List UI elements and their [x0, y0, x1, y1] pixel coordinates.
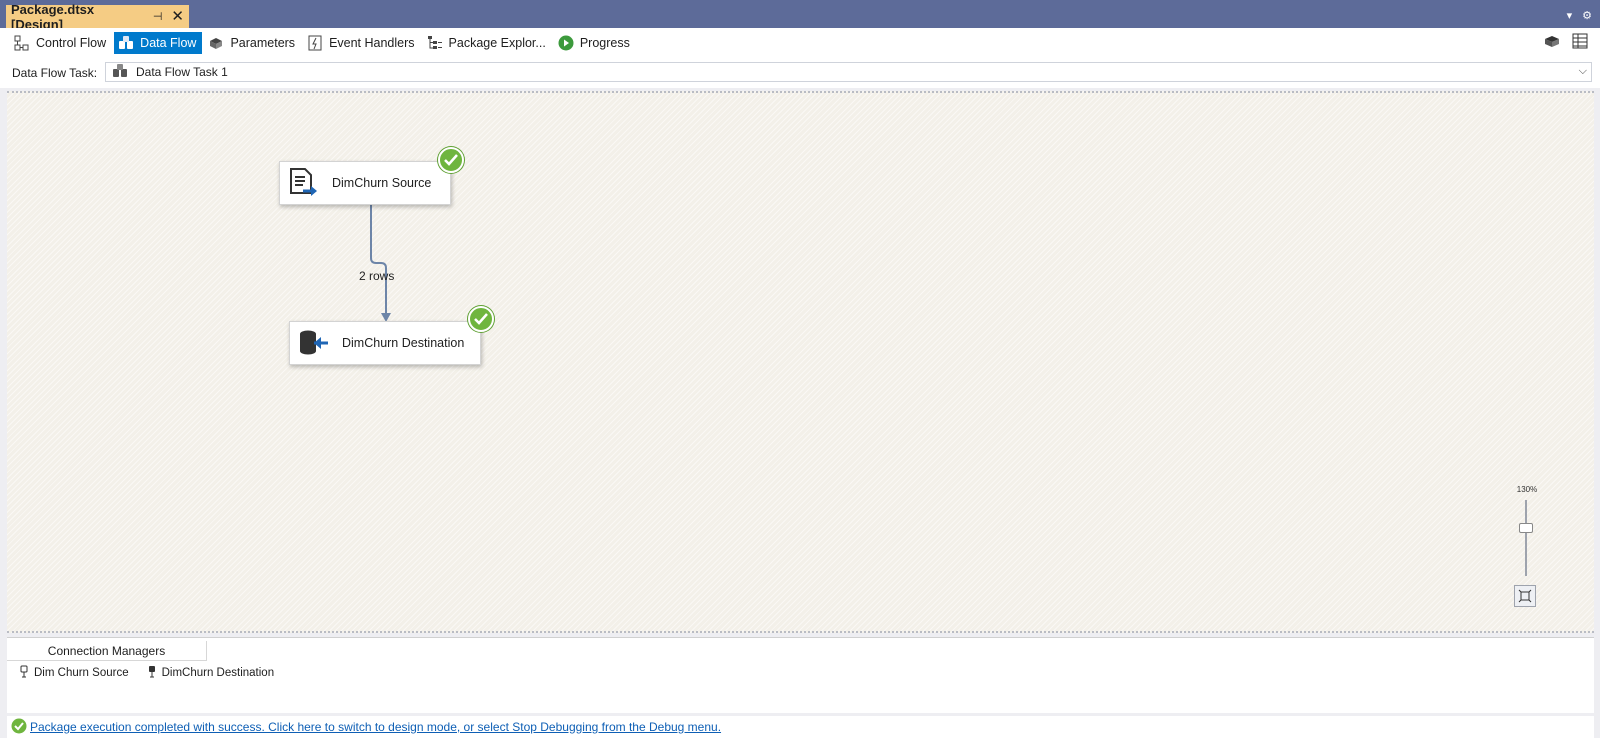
dropdown-arrow-icon[interactable]: ▾ [1567, 9, 1573, 22]
chevron-down-icon[interactable]: ⌵ [1579, 65, 1587, 78]
data-path-connector[interactable] [7, 93, 1594, 635]
data-flow-task-icon [112, 63, 128, 81]
path-row-count: 2 rows [359, 269, 395, 283]
success-check-icon [468, 306, 494, 332]
zoom-slider-thumb[interactable] [1519, 523, 1533, 533]
connection-icon [19, 665, 29, 681]
toolbox-grid-icon[interactable] [1572, 33, 1588, 52]
tab-data-flow[interactable]: Data Flow [114, 32, 203, 54]
document-tab[interactable]: Package.dtsx [Design] ⊣ ✕ [6, 2, 189, 32]
variables-icon[interactable] [1544, 33, 1560, 52]
data-flow-canvas[interactable]: 2 rows DimChurn Source DimChurn Destinat… [7, 91, 1594, 633]
data-flow-icon [118, 35, 134, 51]
connection-icon [147, 665, 157, 681]
progress-icon [558, 35, 574, 51]
tab-package-explorer[interactable]: Package Explor... [423, 32, 552, 54]
flat-file-source-icon [286, 165, 322, 201]
parameters-icon [208, 35, 224, 51]
zoom-slider-track[interactable] [1525, 500, 1527, 576]
zoom-control: 130% [1511, 485, 1541, 610]
status-bar: Package execution completed with success… [7, 716, 1594, 738]
event-handlers-icon [307, 35, 323, 51]
control-flow-icon [14, 35, 30, 51]
source-component-label: DimChurn Source [332, 176, 432, 190]
pin-icon[interactable]: ⊣ [153, 10, 163, 23]
document-tab-bar: Package.dtsx [Design] ⊣ ✕ ▾ ⚙ [0, 0, 1600, 32]
tab-parameters[interactable]: Parameters [204, 32, 301, 54]
tab-label: Control Flow [36, 36, 107, 50]
connection-label: Dim Churn Source [34, 667, 129, 679]
tab-control-flow[interactable]: Control Flow [10, 32, 112, 54]
package-explorer-icon [427, 35, 443, 51]
data-flow-task-row: Data Flow Task: Data Flow Task 1 ⌵ [0, 58, 1600, 88]
close-icon[interactable]: ✕ [171, 9, 184, 24]
document-tab-title: Package.dtsx [Design] [11, 1, 95, 32]
connection-item[interactable]: DimChurn Destination [147, 665, 275, 681]
tab-label: Data Flow [140, 36, 197, 50]
connection-label: DimChurn Destination [161, 667, 275, 679]
success-icon [11, 718, 27, 737]
zoom-level: 130% [1516, 485, 1538, 494]
connection-item[interactable]: Dim Churn Source [19, 665, 129, 681]
connection-managers-tab[interactable]: Connection Managers [7, 641, 207, 661]
tab-progress[interactable]: Progress [554, 32, 636, 54]
tab-event-handlers[interactable]: Event Handlers [303, 32, 420, 54]
settings-gear-icon[interactable]: ⚙ [1582, 9, 1592, 22]
tab-label: Parameters [230, 36, 296, 50]
source-component[interactable]: DimChurn Source [279, 161, 451, 205]
zoom-to-fit-button[interactable] [1514, 585, 1536, 607]
data-flow-task-label: Data Flow Task: [12, 66, 98, 80]
destination-component[interactable]: DimChurn Destination [289, 321, 481, 365]
designer-tab-strip: Control Flow Data Flow Parameters Event … [0, 28, 1600, 58]
tab-label: Event Handlers [329, 36, 415, 50]
data-flow-task-select[interactable]: Data Flow Task 1 ⌵ [105, 62, 1592, 82]
success-check-icon [438, 147, 464, 173]
data-flow-task-value: Data Flow Task 1 [136, 65, 228, 79]
destination-component-label: DimChurn Destination [342, 336, 465, 350]
tab-label: Package Explor... [448, 36, 546, 50]
ole-db-destination-icon [296, 325, 332, 361]
fit-to-window-icon [1518, 589, 1532, 603]
switch-to-design-mode-link[interactable]: Package execution completed with success… [30, 720, 721, 734]
connection-managers-panel: Connection Managers Dim Churn Source Dim… [7, 637, 1594, 713]
tab-label: Progress [579, 36, 630, 50]
